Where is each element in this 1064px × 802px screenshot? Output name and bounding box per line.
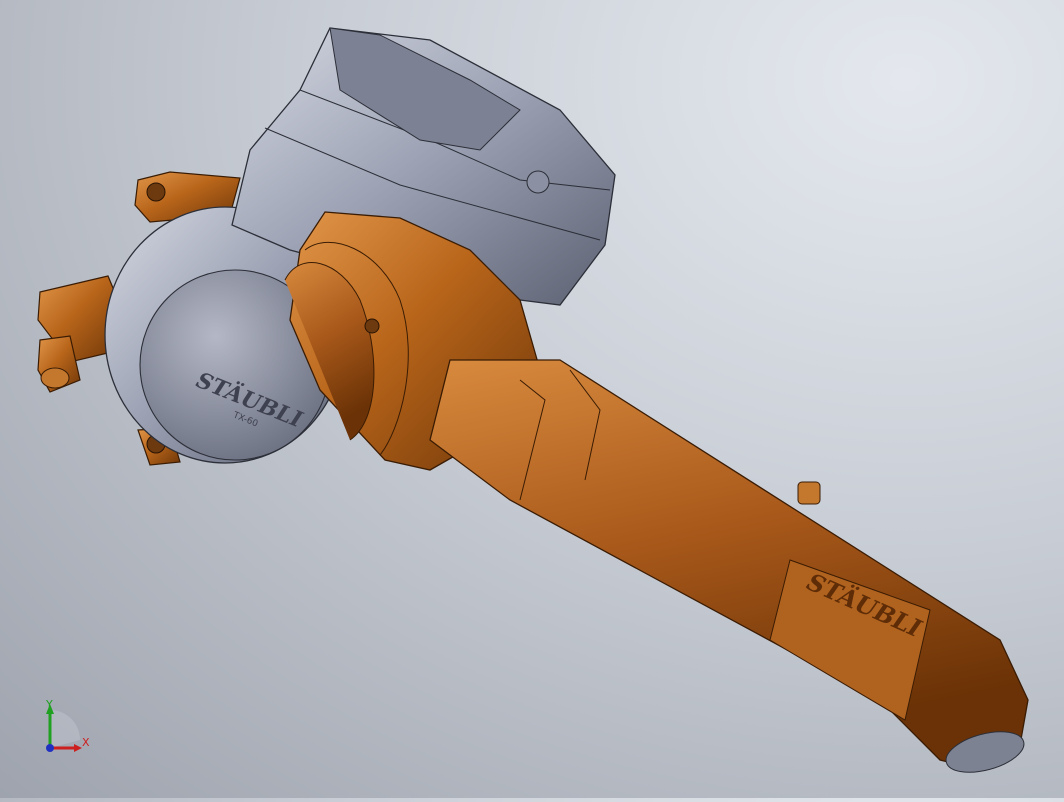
x-axis-arrow <box>74 744 82 752</box>
orientation-triad[interactable]: Y X <box>45 698 90 752</box>
y-axis-label: Y <box>45 698 53 711</box>
forearm: STÄUBLI <box>429 359 1029 773</box>
z-axis-dot <box>46 744 54 752</box>
x-axis-label: X <box>82 736 90 749</box>
robot-model-canvas[interactable]: STÄUBLI TX-60 STÄUBLI Y X <box>0 0 1064 798</box>
triad-plane <box>50 710 80 748</box>
3d-viewport[interactable]: STÄUBLI TX-60 STÄUBLI Y X <box>0 0 1064 798</box>
